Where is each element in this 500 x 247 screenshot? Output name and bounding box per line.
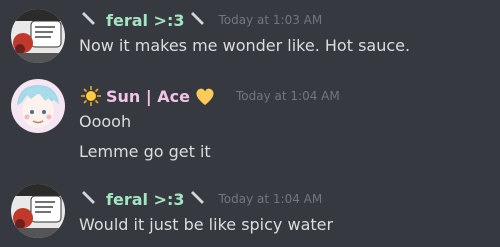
- knife-icon: [189, 9, 211, 31]
- timestamp[interactable]: Today at 1:03 AM: [219, 13, 323, 27]
- knife-icon: [80, 188, 102, 210]
- message-text: Would it just be like spicy water: [79, 215, 334, 234]
- yellow-heart-icon: [194, 85, 216, 107]
- avatar[interactable]: [11, 9, 65, 63]
- message-text: Ooooh: [79, 112, 132, 131]
- message-header: feral >:3 Today at 1:03 AM: [80, 7, 322, 33]
- message-group: feral >:3 Today at 1:04 AM Would it just…: [0, 175, 500, 247]
- message-header: feral >:3 Today at 1:04 AM: [80, 186, 322, 212]
- timestamp[interactable]: Today at 1:04 AM: [236, 89, 340, 103]
- message-group: feral >:3 Today at 1:03 AM Now it makes …: [0, 0, 500, 75]
- sun-icon: [80, 85, 102, 107]
- avatar[interactable]: [11, 79, 65, 133]
- message-text: Now it makes me wonder like. Hot sauce.: [79, 36, 411, 55]
- knife-icon: [80, 9, 102, 31]
- username[interactable]: feral >:3: [106, 11, 185, 30]
- timestamp[interactable]: Today at 1:04 AM: [219, 192, 323, 206]
- username[interactable]: Sun | Ace: [106, 87, 190, 106]
- message-group: Sun | Ace Today at 1:04 AM Ooooh Lemme g…: [0, 75, 500, 175]
- avatar[interactable]: [11, 184, 65, 238]
- message-text: Lemme go get it: [79, 142, 211, 161]
- message-header: Sun | Ace Today at 1:04 AM: [80, 83, 340, 109]
- knife-icon: [189, 188, 211, 210]
- username[interactable]: feral >:3: [106, 190, 185, 209]
